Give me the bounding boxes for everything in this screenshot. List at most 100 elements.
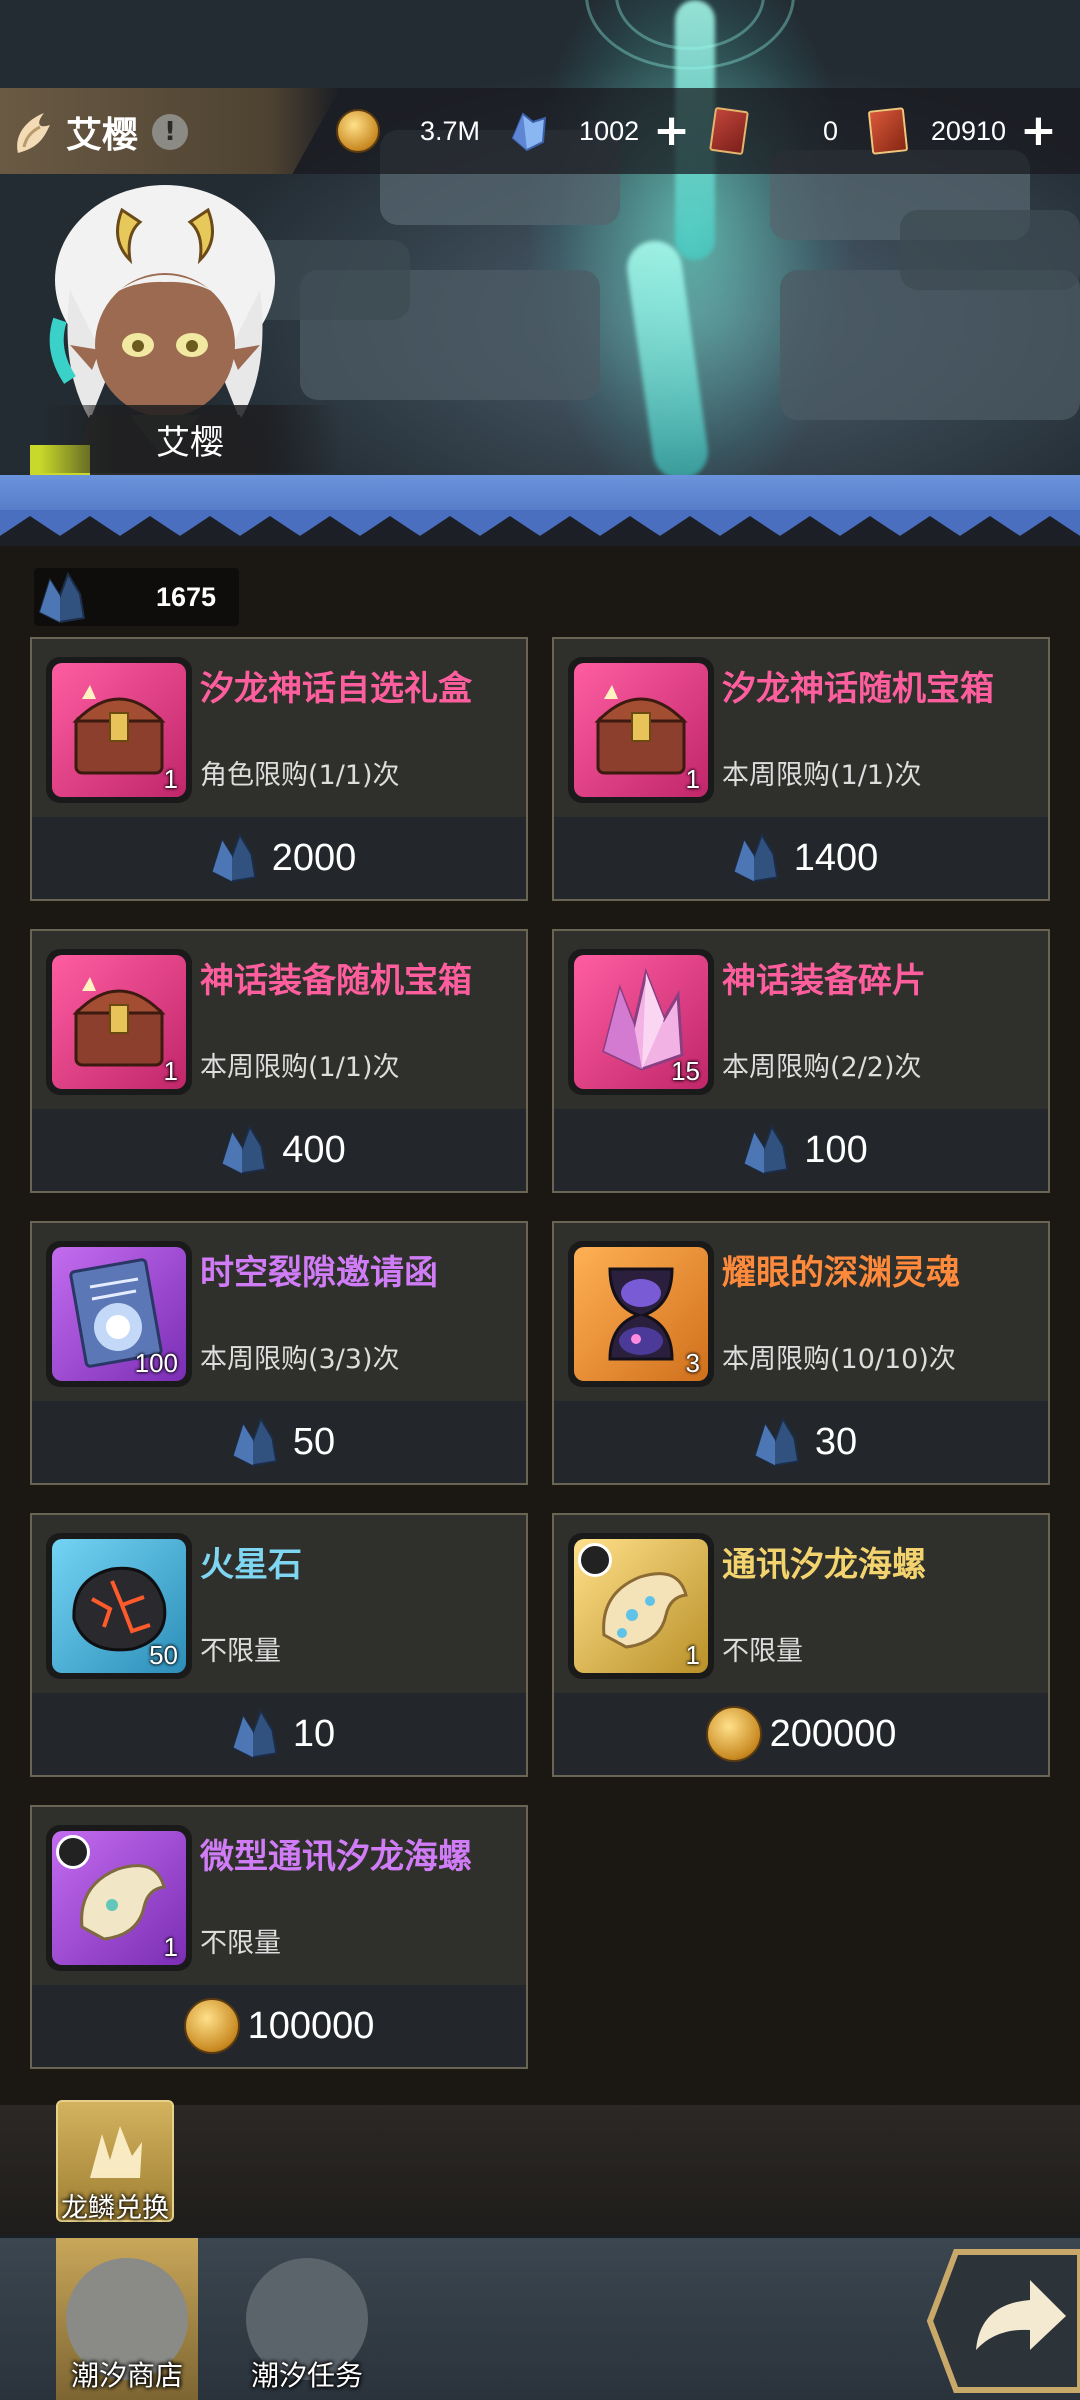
item-title: 耀眼的深渊灵魂 [722,1253,960,1293]
tab-tide-shop[interactable]: 潮汐商店 [56,2238,198,2400]
item-icon-frame: 1 [568,657,714,803]
character-name: 艾樱 [66,115,139,156]
item-price: 50 [292,1420,336,1463]
item-title: 火星石 [200,1545,302,1585]
item-quantity: 1 [163,1056,178,1086]
item-purchase-limit: 本周限购(1/1)次 [200,1052,400,1083]
shop-item-card[interactable]: 1 汐龙神话随机宝箱 本周限购(1/1)次 1400 [552,637,1050,901]
blue-crystal-icon [505,108,551,154]
pink-crystal-icon: 15 [574,955,708,1089]
item-quantity: 15 [671,1056,700,1086]
character-header[interactable]: 艾樱 ! [10,104,189,160]
shop-item-card[interactable]: 1 汐龙神话自选礼盒 角色限购(1/1)次 2000 [30,637,528,901]
hourglass-soul-icon: 3 [574,1247,708,1381]
item-price: 1400 [793,836,879,879]
buy-button[interactable]: 2000 [32,817,526,899]
dragon-scale-icon [734,1121,796,1179]
treasure-chest-icon: 1 [52,955,186,1089]
buy-button[interactable]: 50 [32,1401,526,1483]
character-name-plate: 艾樱 [40,405,340,473]
return-arrow-icon [926,2249,1080,2393]
mars-stone-icon: 50 [52,1539,186,1673]
item-icon-frame: 3 [568,1241,714,1387]
item-title: 神话装备碎片 [722,961,926,1001]
item-title: 微型通讯汐龙海螺 [200,1837,472,1877]
buy-button[interactable]: 30 [554,1401,1048,1483]
treasure-chest-icon: 1 [52,663,186,797]
dragon-scale-icon [212,1121,274,1179]
item-quantity: 1 [685,1640,700,1670]
info-icon[interactable]: ! [152,114,189,150]
treasure-chest-icon: 1 [574,663,708,797]
shop-item-card[interactable]: 50 火星石 不限量 10 [30,1513,528,1777]
item-price: 10 [292,1712,336,1755]
resource-gold: 3.7M [336,100,486,162]
buy-button[interactable]: 200000 [554,1693,1048,1775]
item-title: 时空裂隙邀请函 [200,1253,438,1293]
item-price: 100 [804,1128,868,1171]
buy-button[interactable]: 100 [554,1109,1048,1191]
shop-item-card[interactable]: 15 神话装备碎片 本周限购(2/2)次 100 [552,929,1050,1193]
red-ticket-icon [709,106,749,156]
gold-coin-icon [336,109,380,153]
buy-button[interactable]: 400 [32,1109,526,1191]
shop-item-card[interactable]: 3 耀眼的深渊灵魂 本周限购(10/10)次 30 [552,1221,1050,1485]
buy-button[interactable]: 1400 [554,817,1048,899]
item-purchase-limit: 本周限购(3/3)次 [200,1344,400,1375]
item-purchase-limit: 角色限购(1/1)次 [200,760,400,791]
dragon-scale-icon [30,568,92,628]
item-price: 200000 [769,1712,897,1755]
conch-shell-icon: 1 [574,1539,708,1673]
item-price: 400 [282,1128,346,1171]
resource-ticket: 0 [709,100,852,162]
dragon-scale-icon [745,1413,807,1471]
item-purchase-limit: 本周限购(2/2)次 [722,1052,922,1083]
item-purchase-limit: 本周限购(10/10)次 [722,1344,956,1375]
add-card-button[interactable]: + [1020,109,1057,153]
item-quantity: 50 [149,1640,178,1670]
item-price: 30 [814,1420,858,1463]
resource-value: 20910 [930,115,1006,146]
shop-item-card[interactable]: 1 通讯汐龙海螺 不限量 200000 [552,1513,1050,1777]
exchange-label: 龙鳞兑换 [61,2193,169,2224]
item-title: 汐龙神话随机宝箱 [722,669,994,709]
item-purchase-limit: 本周限购(1/1)次 [722,760,922,791]
item-price: 2000 [271,836,357,879]
item-quantity: 100 [134,1348,178,1378]
item-icon-frame: 1 [46,657,192,803]
portrait-name: 艾樱 [156,422,224,463]
shop-currency-value: 1675 [156,581,217,612]
conch-shell-icon: 1 [52,1831,186,1965]
item-purchase-limit: 不限量 [200,1636,281,1667]
gold-coin-icon [183,1998,240,2054]
item-icon-frame: 100 [46,1241,192,1387]
dragon-scale-icon [202,829,264,887]
resource-crystal: 1002 + [505,100,690,162]
add-crystal-button[interactable]: + [653,109,690,153]
clock-icon [56,1835,90,1869]
item-icon-frame: 1 [46,949,192,1095]
item-title: 神话装备随机宝箱 [200,961,472,1001]
gold-coin-icon [705,1706,762,1762]
item-title: 汐龙神话自选礼盒 [200,669,472,709]
resource-value: 3.7M [419,115,480,146]
item-purchase-limit: 不限量 [200,1928,281,1959]
invitation-scroll-icon: 100 [52,1247,186,1381]
item-icon-frame: 1 [46,1825,192,1971]
zigzag-divider [0,510,1080,546]
clock-icon [578,1543,612,1577]
item-icon-frame: 1 [568,1533,714,1679]
item-icon-frame: 15 [568,949,714,1095]
buy-button[interactable]: 10 [32,1693,526,1775]
scale-exchange-icon [80,2120,152,2184]
resource-value: 1002 [579,115,640,146]
shop-item-card[interactable]: 1 微型通讯汐龙海螺 不限量 100000 [30,1805,528,2069]
tab-label: 潮汐商店 [70,2359,183,2392]
shop-item-card[interactable]: 100 时空裂隙邀请函 本周限购(3/3)次 50 [30,1221,528,1485]
buy-button[interactable]: 100000 [32,1985,526,2067]
return-button[interactable] [926,2246,1080,2396]
resource-card: 20910 + [867,100,1065,162]
shop-item-card[interactable]: 1 神话装备随机宝箱 本周限购(1/1)次 400 [30,929,528,1193]
tab-tide-task[interactable]: 潮汐任务 [236,2238,378,2400]
red-card-icon [867,107,909,155]
